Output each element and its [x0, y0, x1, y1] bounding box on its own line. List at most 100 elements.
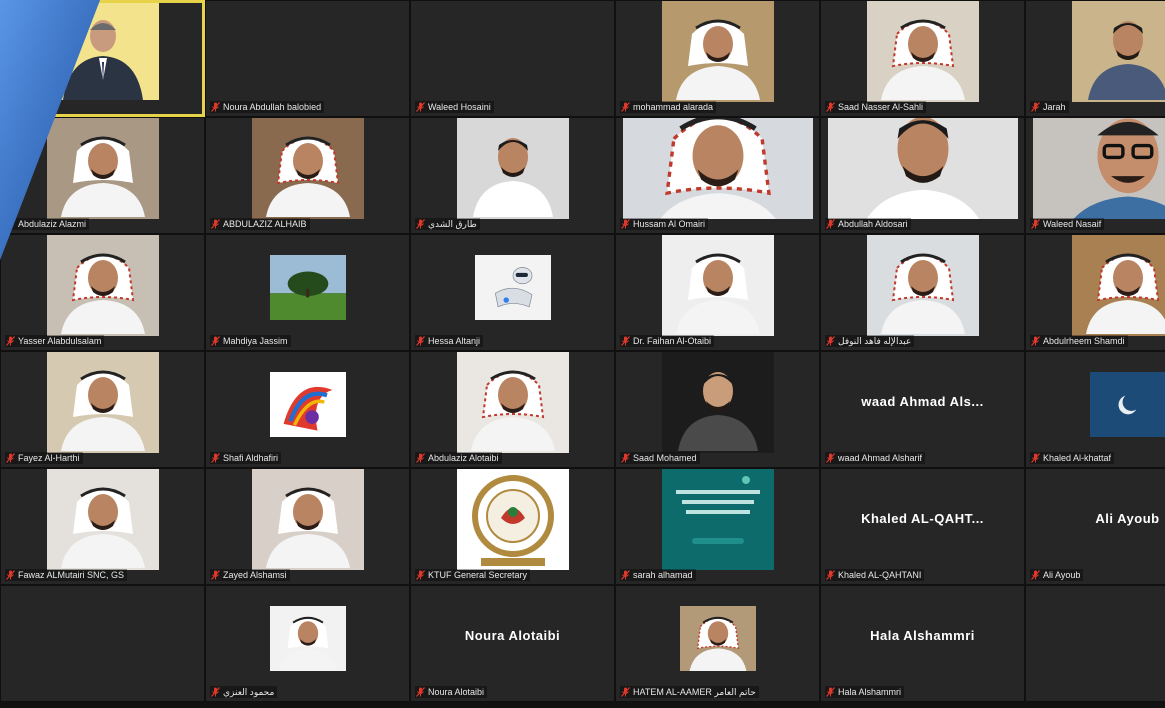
- participant-video: [661, 1, 774, 102]
- participant-name: Jarah: [1043, 102, 1066, 112]
- participant-tile[interactable]: Jarah: [1025, 0, 1165, 117]
- participant-nametag: Zayed Alshamsi: [210, 569, 290, 581]
- participant-name: Shafi Aldhafiri: [223, 453, 279, 463]
- muted-mic-icon: [416, 219, 425, 229]
- muted-mic-icon: [1031, 453, 1040, 463]
- participant-nametag: Noura Alotaibi: [415, 686, 488, 698]
- muted-mic-icon: [826, 453, 835, 463]
- participant-tile[interactable]: Hala Alshammri Hala Alshammri: [820, 585, 1025, 702]
- participant-tile[interactable]: Fawaz ALMutairi SNC, GS: [0, 468, 205, 585]
- participant-name: Khaled AL-QAHTANI: [838, 570, 922, 580]
- participant-video: [456, 469, 569, 570]
- participant-nametag: Khaled Al-khattaf: [1030, 452, 1115, 464]
- muted-mic-icon: [8, 100, 17, 110]
- muted-mic-icon: [1031, 336, 1040, 346]
- muted-mic-icon: [826, 219, 835, 229]
- muted-mic-icon: [211, 102, 220, 112]
- participant-display-name: Hala Alshammri: [870, 628, 975, 643]
- participant-nametag: Dr. Faihan Al-Otaibi: [620, 335, 715, 347]
- muted-mic-icon: [1031, 219, 1040, 229]
- participant-tile[interactable]: KTUF General Secretary: [410, 468, 615, 585]
- participant-tile[interactable]: Abdulaziz Alazmi: [0, 117, 205, 234]
- participant-tile[interactable]: Saad Mohamed: [615, 351, 820, 468]
- participant-name: Abdulaziz Alotaibi: [428, 453, 499, 463]
- participant-tile[interactable]: [1025, 585, 1165, 702]
- participant-tile[interactable]: Saad Nasser Al-Sahli: [820, 0, 1025, 117]
- participant-nametag: Mahdiya Jassim: [210, 335, 291, 347]
- participant-tile[interactable]: Mahdiya Jassim: [205, 234, 410, 351]
- video-conference-gallery: ...erif Noura Abdullah balobied Waleed Hos…: [0, 0, 1165, 708]
- muted-mic-icon: [6, 219, 15, 229]
- participant-tile[interactable]: ...erif: [0, 0, 205, 117]
- participant-video: [46, 469, 159, 570]
- participant-video: [661, 235, 774, 336]
- participant-tile[interactable]: Waleed Nasaif: [1025, 117, 1165, 234]
- participant-tile[interactable]: Fayez Al-Harthi: [0, 351, 205, 468]
- participant-name: Abdulaziz Alazmi: [18, 219, 87, 229]
- participant-name: Fayez Al-Harthi: [18, 453, 80, 463]
- participant-video: [1071, 235, 1165, 336]
- participant-video: [46, 352, 159, 453]
- participant-video: [46, 118, 159, 219]
- muted-mic-icon: [416, 336, 425, 346]
- participant-name: waad Ahmad Alsharif: [838, 453, 923, 463]
- participant-tile[interactable]: [0, 585, 205, 702]
- participant-video: [456, 118, 569, 219]
- participant-tile[interactable]: Zayed Alshamsi: [205, 468, 410, 585]
- participant-tile[interactable]: mohammad alarada: [615, 0, 820, 117]
- participant-nametag: sarah alhamad: [620, 569, 696, 581]
- participant-tile[interactable]: Hessa Altanji: [410, 234, 615, 351]
- participant-video: [46, 3, 159, 100]
- participant-video: [269, 372, 346, 437]
- muted-mic-icon: [621, 570, 630, 580]
- participant-name: Zayed Alshamsi: [223, 570, 287, 580]
- participant-name: Yasser Alabdulsalam: [18, 336, 102, 346]
- participant-name: mohammad alarada: [633, 102, 714, 112]
- muted-mic-icon: [621, 453, 630, 463]
- participant-nametag: Hussam Al Omairi: [620, 218, 709, 230]
- participant-name: Ali Ayoub: [1043, 570, 1081, 580]
- participant-nametag: Hessa Altanji: [415, 335, 484, 347]
- participant-name: KTUF General Secretary: [428, 570, 528, 580]
- participant-tile[interactable]: طارق الشدي: [410, 117, 615, 234]
- participant-nametag: Abdulrheem Shamdi: [1030, 335, 1128, 347]
- participant-nametag: Yasser Alabdulsalam: [5, 335, 105, 347]
- muted-mic-icon: [826, 687, 835, 697]
- participant-tile[interactable]: waad Ahmad Als... waad Ahmad Alsharif: [820, 351, 1025, 468]
- participant-video: [251, 469, 364, 570]
- participant-tile[interactable]: ABDULAZIZ ALHAIB: [205, 117, 410, 234]
- participant-tile[interactable]: Yasser Alabdulsalam: [0, 234, 205, 351]
- muted-mic-icon: [826, 336, 835, 346]
- participant-tile[interactable]: Hussam Al Omairi: [615, 117, 820, 234]
- muted-mic-icon: [826, 570, 835, 580]
- participant-nametag: Ali Ayoub: [1030, 569, 1084, 581]
- participant-tile[interactable]: Noura Abdullah balobied: [205, 0, 410, 117]
- muted-mic-icon: [621, 102, 630, 112]
- participant-display-name: Khaled AL-QAHT...: [861, 511, 984, 526]
- participant-tile[interactable]: Ali Ayoub Ali Ayoub: [1025, 468, 1165, 585]
- participant-video: [661, 469, 774, 570]
- participant-tile[interactable]: عبدالإله فاهد النوفل: [820, 234, 1025, 351]
- participant-tile[interactable]: Shafi Aldhafiri: [205, 351, 410, 468]
- participant-video: [622, 118, 813, 219]
- participant-nametag: Waleed Hosaini: [415, 101, 494, 113]
- participant-tile[interactable]: Dr. Faihan Al-Otaibi: [615, 234, 820, 351]
- participant-video: [269, 255, 346, 320]
- participant-tile[interactable]: Khaled Al-khattaf: [1025, 351, 1165, 468]
- participant-nametag: طارق الشدي: [415, 218, 480, 230]
- participant-name: Hussam Al Omairi: [633, 219, 706, 229]
- participant-tile[interactable]: Abdulrheem Shamdi: [1025, 234, 1165, 351]
- participant-tile[interactable]: sarah alhamad: [615, 468, 820, 585]
- participant-video: [456, 352, 569, 453]
- participant-video: [661, 352, 774, 453]
- participant-tile[interactable]: Abdullah Aldosari: [820, 117, 1025, 234]
- participant-tile[interactable]: HATEM AL-AAMER حاتم العامر: [615, 585, 820, 702]
- participant-tile[interactable]: Abdulaziz Alotaibi: [410, 351, 615, 468]
- participant-tile[interactable]: Khaled AL-QAHT... Khaled AL-QAHTANI: [820, 468, 1025, 585]
- participant-tile[interactable]: محمود العنزي: [205, 585, 410, 702]
- participant-video: [474, 255, 551, 320]
- participant-tile[interactable]: Noura Alotaibi Noura Alotaibi: [410, 585, 615, 702]
- participant-tile[interactable]: Waleed Hosaini: [410, 0, 615, 117]
- participant-name: Mahdiya Jassim: [223, 336, 288, 346]
- muted-mic-icon: [416, 687, 425, 697]
